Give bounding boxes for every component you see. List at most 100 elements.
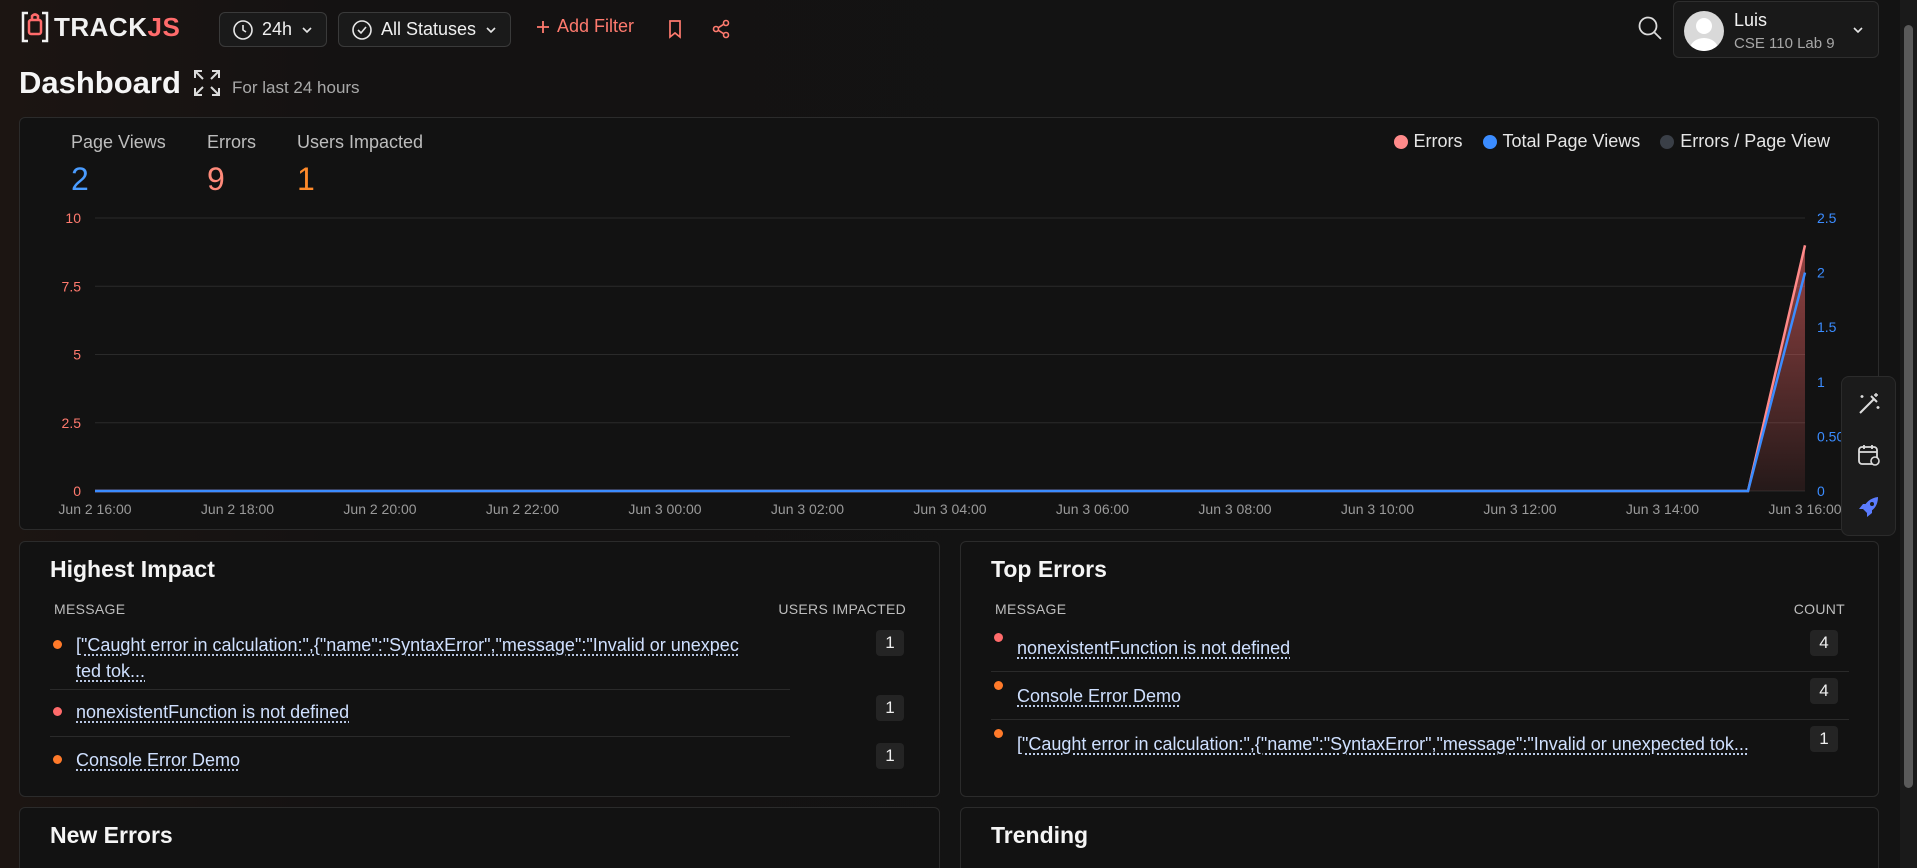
error-message-link[interactable]: Console Error Demo (76, 747, 776, 773)
y-right-tick-label: 2.5 (1817, 210, 1837, 226)
severity-dot (53, 755, 62, 764)
error-message-link[interactable]: Console Error Demo (1017, 683, 1797, 709)
bookmark-icon (666, 19, 684, 39)
y-left-tick-label: 10 (65, 210, 81, 226)
y-left-tick-label: 5 (73, 347, 81, 363)
add-filter-label: Add Filter (557, 16, 634, 37)
search-button[interactable] (1636, 14, 1664, 42)
app-name: CSE 110 Lab 9 (1734, 35, 1835, 52)
severity-dot (994, 681, 1003, 690)
magic-wand-button[interactable] (1856, 391, 1882, 417)
fullscreen-button[interactable] (193, 69, 221, 97)
users-impacted-count: 1 (876, 630, 904, 656)
x-tick-label: Jun 3 12:00 (1483, 501, 1556, 517)
error-count: 4 (1810, 630, 1838, 656)
x-tick-label: Jun 3 00:00 (628, 501, 701, 517)
trackjs-logo[interactable]: TRACKJS (20, 10, 180, 44)
expand-icon (193, 69, 221, 97)
users-impacted-count: 1 (876, 743, 904, 769)
time-range-value: 24h (262, 19, 292, 40)
y-left-tick-label: 0 (73, 483, 81, 499)
y-left-tick-label: 2.5 (62, 415, 82, 431)
y-right-tick-label: 1.5 (1817, 319, 1837, 335)
time-range-subtitle: For last 24 hours (232, 78, 360, 98)
x-tick-label: Jun 3 10:00 (1341, 501, 1414, 517)
errors-line (95, 245, 1805, 491)
x-tick-label: Jun 3 14:00 (1626, 501, 1699, 517)
user-name: Luis (1734, 10, 1767, 31)
rocket-icon (1856, 494, 1882, 520)
x-tick-label: Jun 2 18:00 (201, 501, 274, 517)
error-count: 1 (1810, 726, 1838, 752)
highest-impact-panel: Highest Impact MESSAGE USERS IMPACTED ["… (19, 541, 940, 797)
x-tick-label: Jun 2 20:00 (343, 501, 416, 517)
column-header-count: COUNT (1794, 601, 1845, 617)
x-tick-label: Jun 2 22:00 (486, 501, 559, 517)
panel-title: Top Errors (991, 556, 1107, 583)
y-right-tick-label: 0 (1817, 483, 1825, 499)
x-tick-label: Jun 3 04:00 (913, 501, 986, 517)
panel-title: New Errors (50, 822, 173, 849)
x-tick-label: Jun 2 16:00 (58, 501, 131, 517)
plus-icon (535, 19, 551, 35)
launch-button[interactable] (1856, 494, 1882, 520)
top-errors-panel: Top Errors MESSAGE COUNT nonexistentFunc… (960, 541, 1879, 797)
chevron-down-icon (300, 23, 314, 37)
search-icon (1637, 15, 1663, 41)
error-count: 4 (1810, 678, 1838, 704)
column-header-message: MESSAGE (995, 601, 1066, 617)
row-divider (991, 671, 1849, 672)
page-title: Dashboard (19, 65, 181, 101)
check-circle-icon (351, 19, 373, 41)
new-errors-panel: New Errors (19, 807, 940, 868)
error-message-link[interactable]: ["Caught error in calculation:",{"name":… (1017, 731, 1817, 757)
y-left-tick-label: 7.5 (62, 278, 82, 294)
bookmark-button[interactable] (663, 17, 687, 41)
status-filter-select[interactable]: All Statuses (338, 12, 511, 47)
panel-title: Trending (991, 822, 1088, 849)
x-tick-label: Jun 3 06:00 (1056, 501, 1129, 517)
row-divider (991, 719, 1849, 720)
column-header-users-impacted: USERS IMPACTED (778, 601, 906, 617)
report-button[interactable] (1856, 442, 1882, 468)
errors-area (95, 245, 1805, 491)
y-right-tick-label: 2 (1817, 265, 1825, 281)
calendar-settings-icon (1856, 442, 1882, 468)
user-menu[interactable]: Luis CSE 110 Lab 9 (1673, 1, 1879, 58)
row-divider (50, 689, 790, 690)
error-message-link[interactable]: nonexistentFunction is not defined (76, 699, 776, 725)
errors-page-views-chart: 02.557.51000.5011.522.5Jun 2 16:00 Jun 2 … (20, 118, 1878, 529)
row-divider (50, 736, 790, 737)
x-tick-label: Jun 3 02:00 (771, 501, 844, 517)
chevron-down-icon (484, 23, 498, 37)
top-bar: TRACKJS 24h All Statuses Add Filter Luis… (0, 0, 1900, 58)
panel-title: Highest Impact (50, 556, 215, 583)
share-button[interactable] (709, 17, 733, 41)
trending-panel: Trending (960, 807, 1879, 868)
severity-dot (53, 640, 62, 649)
clock-icon (232, 19, 254, 41)
severity-dot (994, 633, 1003, 642)
add-filter-button[interactable]: Add Filter (535, 16, 634, 37)
x-tick-label: Jun 3 16:00 (1768, 501, 1841, 517)
severity-dot (994, 729, 1003, 738)
chevron-down-icon (1851, 23, 1865, 37)
trackjs-logo-icon (20, 10, 50, 44)
avatar (1684, 11, 1724, 51)
error-message-link[interactable]: nonexistentFunction is not defined (1017, 635, 1797, 661)
time-range-select[interactable]: 24h (219, 12, 327, 47)
page-views-line (95, 273, 1805, 491)
scrollbar-thumb[interactable] (1904, 25, 1913, 788)
column-header-message: MESSAGE (54, 601, 125, 617)
severity-dot (53, 707, 62, 716)
status-filter-value: All Statuses (381, 19, 476, 40)
y-right-tick-label: 1 (1817, 374, 1825, 390)
wand-icon (1856, 391, 1882, 417)
error-message-link[interactable]: ["Caught error in calculation:",{"name":… (76, 632, 776, 684)
overview-chart-panel: Page Views 2 Errors 9 Users Impacted 1 E… (19, 117, 1879, 530)
x-tick-label: Jun 3 08:00 (1198, 501, 1271, 517)
side-toolbar (1841, 376, 1896, 536)
users-impacted-count: 1 (876, 695, 904, 721)
brand-name: TRACKJS (54, 12, 180, 43)
share-icon (711, 19, 731, 39)
